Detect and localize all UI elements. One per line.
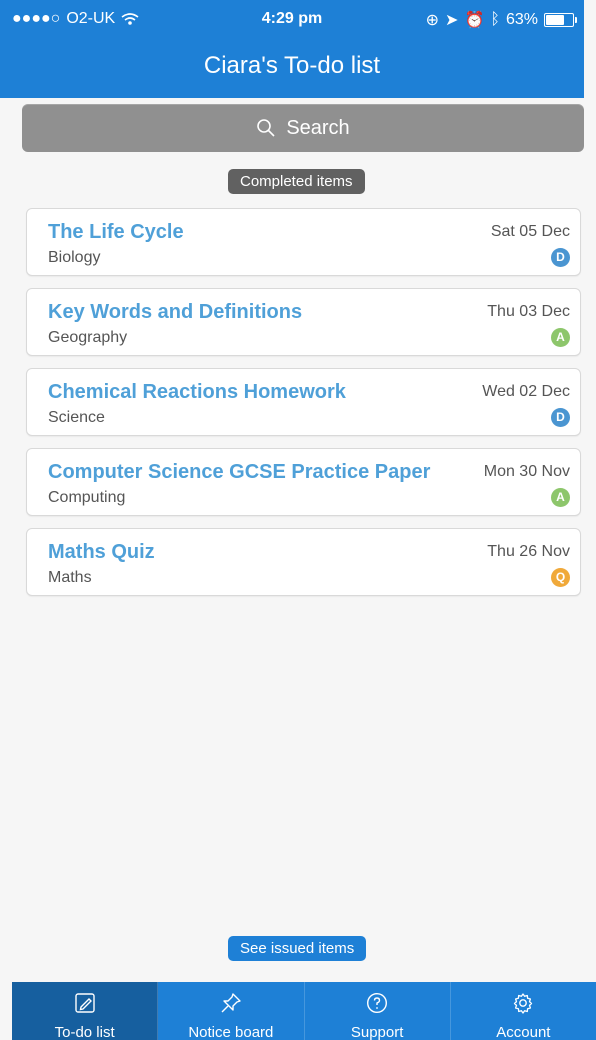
item-subject: Geography bbox=[48, 329, 128, 346]
tab-to-do-list[interactable]: To-do list bbox=[12, 982, 159, 1040]
tab-label: Notice board bbox=[188, 1024, 274, 1040]
status-badge: Q bbox=[551, 568, 570, 587]
item-title: The Life Cycle bbox=[48, 221, 184, 243]
battery-icon bbox=[544, 13, 577, 27]
search-icon bbox=[257, 119, 275, 137]
item-date: Wed 02 Dec bbox=[482, 383, 570, 400]
tab-label: Support bbox=[350, 1024, 404, 1040]
status-badge: A bbox=[551, 488, 570, 507]
see-issued-items-button[interactable]: See issued items bbox=[228, 936, 367, 961]
gear-icon bbox=[512, 992, 534, 1014]
pin-icon bbox=[220, 992, 242, 1014]
status-badge: D bbox=[551, 248, 570, 267]
tab-support[interactable]: Support bbox=[305, 982, 451, 1040]
item-date: Mon 30 Nov bbox=[483, 463, 570, 480]
bluetooth-icon: ᛒ bbox=[490, 11, 500, 28]
location-icon: ➤ bbox=[445, 12, 459, 29]
list-item[interactable]: Chemical Reactions Homework Science Wed 02… bbox=[26, 368, 581, 436]
list-item[interactable]: Computer Science GCSE Practice Paper Comp… bbox=[26, 448, 581, 516]
item-date: Thu 03 Dec bbox=[487, 303, 570, 320]
edit-icon bbox=[74, 992, 96, 1014]
item-title: Computer Science GCSE Practice Paper bbox=[48, 461, 431, 483]
alarm-icon: ⏰ bbox=[464, 12, 485, 29]
list-item[interactable]: The Life Cycle Biology Sat 05 Dec D bbox=[26, 208, 581, 276]
battery-fill bbox=[546, 15, 564, 25]
list-item[interactable]: Key Words and Definitions Geography Thu 03… bbox=[26, 288, 581, 356]
item-title: Maths Quiz bbox=[48, 541, 155, 563]
battery-percent: 63% bbox=[505, 11, 538, 28]
item-subject: Biology bbox=[48, 249, 101, 266]
tab-label: To-do list bbox=[54, 1024, 115, 1040]
app-header: ●●●●○ O2-UK 4:29 pm ⊕ ➤ ⏰ ᛒ 63% Ciara's … bbox=[0, 0, 584, 98]
item-date: Sat 05 Dec bbox=[490, 223, 570, 240]
list-item[interactable]: Maths Quiz Maths Thu 26 Nov Q bbox=[26, 528, 581, 596]
item-title: Key Words and Definitions bbox=[48, 301, 303, 323]
item-subject: Maths bbox=[48, 569, 92, 586]
item-subject: Science bbox=[48, 409, 105, 426]
tab-label: Account bbox=[496, 1024, 551, 1040]
rotation-lock-icon: ⊕ bbox=[425, 12, 440, 29]
status-bar: ●●●●○ O2-UK 4:29 pm ⊕ ➤ ⏰ ᛒ 63% bbox=[0, 0, 584, 40]
help-icon bbox=[366, 992, 388, 1014]
tab-notice-board[interactable]: Notice board bbox=[158, 982, 305, 1040]
search-input[interactable]: Search bbox=[22, 104, 584, 152]
tab-account[interactable]: Account bbox=[451, 982, 596, 1040]
search-placeholder: Search bbox=[286, 116, 350, 139]
status-right: ⊕ ➤ ⏰ ᛒ 63% bbox=[425, 10, 577, 30]
status-badge: A bbox=[551, 328, 570, 347]
completed-items-button[interactable]: Completed items bbox=[228, 169, 365, 194]
status-badge: D bbox=[551, 408, 570, 427]
item-subject: Computing bbox=[48, 489, 126, 506]
item-date: Thu 26 Nov bbox=[487, 543, 570, 560]
bottom-tab-bar: To-do list Notice board Support Account bbox=[12, 982, 596, 1040]
app-frame: ●●●●○ O2-UK 4:29 pm ⊕ ➤ ⏰ ᛒ 63% Ciara's … bbox=[0, 0, 596, 1040]
todo-list: The Life Cycle Biology Sat 05 Dec D Key Word… bbox=[26, 208, 581, 608]
page-title: Ciara's To-do list bbox=[203, 52, 381, 79]
item-title: Chemical Reactions Homework bbox=[48, 381, 346, 403]
